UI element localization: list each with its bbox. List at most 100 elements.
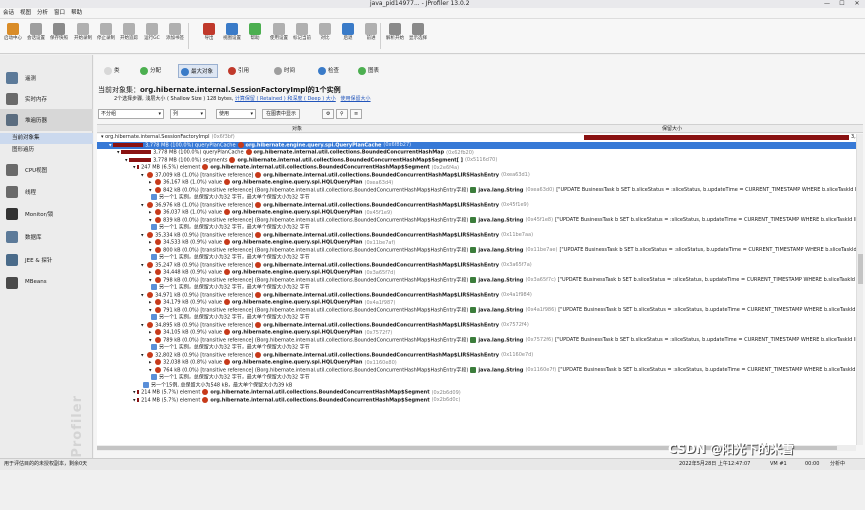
toolbar-button-12[interactable]: 标记当前 bbox=[291, 21, 313, 51]
use-retained-size-link[interactable]: 使用保留大小 bbox=[341, 96, 371, 102]
tree-row[interactable]: ▾ 789 kB (0.0%) [transitive reference] (… bbox=[97, 336, 856, 345]
tree-row[interactable]: ▾ 842 kB (0.0%) [transitive reference] (… bbox=[97, 186, 856, 195]
tree-row[interactable]: ▾ 791 kB (0.0%) [transitive reference] (… bbox=[97, 306, 856, 315]
tree-row[interactable]: ▾ 3,778 MB (100.0%) queryPlanCache org.hi… bbox=[97, 149, 856, 157]
tab-5[interactable]: 检查 bbox=[316, 64, 343, 78]
toolbar-button-6[interactable]: 运行GC bbox=[141, 21, 163, 51]
tree-row[interactable]: ▾ 798 kB (0.0%) [transitive reference] (… bbox=[97, 276, 856, 285]
tree-row[interactable]: ▸ 34,448 kB (0.9%) value org.hibernate.en… bbox=[97, 269, 856, 277]
grouping-combo[interactable]: 不分组 bbox=[98, 109, 164, 119]
expand-toggle-icon[interactable]: ▾ bbox=[149, 307, 153, 313]
expand-toggle-icon[interactable]: ▸ bbox=[149, 300, 153, 306]
filter-button[interactable]: ⚲ bbox=[336, 109, 348, 119]
tree-row[interactable]: 另一个1 实例，总保留大小为32 字节，最大单个保留大小为32 字节 bbox=[97, 194, 856, 202]
tab-3[interactable]: 引用 bbox=[226, 64, 253, 78]
tree-row[interactable]: 另一个1 实例，总保留大小为32 字节，最大单个保留大小为32 字节 bbox=[97, 224, 856, 232]
toolbar-button-7[interactable]: 添加书签 bbox=[164, 21, 186, 51]
tree-row[interactable]: ▸ 32,038 kB (0.8%) value org.hibernate.en… bbox=[97, 359, 856, 367]
tree-row[interactable]: ▾ 35,334 kB (0.9%) [transitive reference… bbox=[97, 231, 856, 240]
minimize-button[interactable]: — bbox=[820, 0, 834, 8]
tree-row[interactable]: ▾ 35,247 kB (0.9%) [transitive reference… bbox=[97, 261, 856, 270]
expand-toggle-icon[interactable]: ▸ bbox=[149, 180, 153, 186]
toolbar-button-8[interactable]: 导出 bbox=[198, 21, 220, 51]
expand-toggle-icon[interactable]: ▾ bbox=[149, 247, 153, 253]
sidebar-item-mbeans[interactable]: MBeans bbox=[0, 272, 93, 294]
tab-0[interactable]: 类 bbox=[102, 64, 124, 78]
retained-column-header[interactable]: 保留大小 bbox=[662, 125, 682, 133]
toolbar-button-4[interactable]: 停止录制 bbox=[95, 21, 117, 51]
tree-row[interactable]: ▾ 764 kB (0.0%) [transitive reference] (… bbox=[97, 366, 856, 375]
expand-toggle-icon[interactable]: ▾ bbox=[149, 217, 153, 223]
expand-toggle-icon[interactable]: ▾ bbox=[149, 277, 153, 283]
menu-item-2[interactable]: 分析 bbox=[34, 8, 51, 19]
tree-row[interactable]: ▸ 36,037 kB (1.0%) value org.hibernate.en… bbox=[97, 209, 856, 217]
toolbar-button-15[interactable]: 前进 bbox=[360, 21, 382, 51]
tree-row[interactable]: ▾ 3,778 MB (100.0%) segments org.hibernat… bbox=[97, 156, 856, 165]
more-button[interactable]: ≡ bbox=[350, 109, 363, 119]
close-button[interactable]: ✕ bbox=[850, 0, 864, 8]
toolbar-button-13[interactable]: 对比 bbox=[314, 21, 336, 51]
tree-row[interactable]: ▸ 36,167 kB (1.0%) value org.hibernate.en… bbox=[97, 179, 856, 187]
expand-toggle-icon[interactable]: ▸ bbox=[149, 240, 153, 246]
calculate-retained-link[interactable]: 计算保留 ( Retained ) 和深度 ( Deep ) 大小 bbox=[235, 96, 336, 102]
tree-row[interactable]: 另一个1 实例，总保留大小为32 字节，最大单个保留大小为32 字节 bbox=[97, 284, 856, 292]
expand-toggle-icon[interactable]: ▾ bbox=[141, 292, 145, 298]
sidebar-item-cpu-views[interactable]: CPU视图 bbox=[0, 159, 93, 181]
toolbar-button-2[interactable]: 保存快照 bbox=[48, 21, 70, 51]
expand-toggle-icon[interactable]: ▾ bbox=[149, 367, 153, 373]
toolbar-button-3[interactable]: 开始录制 bbox=[72, 21, 94, 51]
expand-toggle-icon[interactable]: ▾ bbox=[141, 172, 145, 178]
expand-toggle-icon[interactable]: ▾ bbox=[141, 202, 145, 208]
tree-row[interactable]: 另一个1 实例，总保留大小为32 字节，最大单个保留大小为32 字节 bbox=[97, 374, 856, 382]
toolbar-button-14[interactable]: 后退 bbox=[337, 21, 359, 51]
tree-row[interactable]: ▾ 839 kB (0.0%) [transitive reference] (… bbox=[97, 216, 856, 225]
tree-row[interactable]: ▾ 247 MB (6.5%) element org.hibernate.int… bbox=[97, 164, 856, 172]
show-in-graph-button[interactable]: 在图表中显示 bbox=[262, 109, 301, 119]
expand-toggle-icon[interactable]: ▸ bbox=[149, 270, 153, 276]
expand-toggle-icon[interactable]: ▾ bbox=[141, 352, 145, 358]
tree-row[interactable]: ▾ 3,778 MB (100.0%) queryPlanCache org.hi… bbox=[97, 141, 856, 149]
tree-row[interactable]: 另一个1 实例，总保留大小为32 字节，最大单个保留大小为32 字节 bbox=[97, 314, 856, 322]
usage-combo[interactable]: 使用 bbox=[216, 109, 256, 119]
settings-gear-button[interactable]: ⚙ bbox=[322, 109, 335, 119]
object-column-header[interactable]: 对象 bbox=[292, 125, 302, 133]
menu-item-0[interactable]: 会话 bbox=[0, 8, 17, 19]
tree-row[interactable]: ▾ 214 MB (5.7%) element org.hibernate.int… bbox=[97, 389, 856, 397]
sidebar-item-threads[interactable]: 线程 bbox=[0, 181, 93, 203]
tree-row[interactable]: ▾ 34,971 kB (0.9%) [transitive reference… bbox=[97, 291, 856, 300]
toolbar-button-11[interactable]: 使用设置 bbox=[268, 21, 290, 51]
vm-indicator[interactable]: VM #1 bbox=[770, 459, 787, 470]
expand-toggle-icon[interactable]: ▸ bbox=[149, 330, 153, 336]
expand-toggle-icon[interactable]: ▾ bbox=[141, 322, 145, 328]
tree-row[interactable]: ▾ 800 kB (0.0%) [transitive reference] (… bbox=[97, 246, 856, 255]
toolbar-button-9[interactable]: 视图设置 bbox=[221, 21, 243, 51]
tree-row[interactable]: ▾ 34,895 kB (0.9%) [transitive reference… bbox=[97, 321, 856, 330]
sidebar-item-telemetry[interactable]: 遥测 bbox=[0, 67, 93, 89]
tab-1[interactable]: 分配 bbox=[138, 64, 165, 78]
sidebar-item-jee-probes[interactable]: JEE & 探针 bbox=[0, 249, 93, 271]
sidebar-item-live-memory[interactable]: 实时内存 bbox=[0, 88, 93, 110]
column-combo[interactable]: 列 bbox=[170, 109, 206, 119]
menu-item-1[interactable]: 视图 bbox=[17, 8, 34, 19]
tree-row[interactable]: ▾ 36,976 kB (1.0%) [transitive reference… bbox=[97, 201, 856, 210]
tree-row[interactable]: ▾ 214 MB (5.7%) element org.hibernate.int… bbox=[97, 396, 856, 405]
toolbar-button-0[interactable]: 启动中心 bbox=[2, 21, 24, 51]
tab-4[interactable]: 时间 bbox=[272, 64, 299, 78]
expand-toggle-icon[interactable]: ▾ bbox=[149, 337, 153, 343]
tree-row[interactable]: ▾ 37,009 kB (1.0%) [transitive reference… bbox=[97, 171, 856, 180]
tree-row[interactable]: ▸ 34,105 kB (0.9%) value org.hibernate.en… bbox=[97, 329, 856, 337]
vertical-scroll-thumb[interactable] bbox=[858, 254, 863, 284]
maximize-button[interactable]: ☐ bbox=[835, 0, 849, 8]
sidebar-item-monitors-locks[interactable]: Monitor/锁 bbox=[0, 203, 93, 225]
expand-toggle-icon[interactable]: ▾ bbox=[141, 232, 145, 238]
toolbar-button-10[interactable]: 帮助 bbox=[244, 21, 266, 51]
tree-row[interactable]: ▸ 34,179 kB (0.9%) value org.hibernate.en… bbox=[97, 299, 856, 307]
tree-row[interactable]: 另一个1 实例，总保留大小为32 字节，最大单个保留大小为32 字节 bbox=[97, 344, 856, 352]
sidebar-item-databases[interactable]: 数据库 bbox=[0, 226, 93, 248]
tab-6[interactable]: 图表 bbox=[356, 64, 383, 78]
vertical-scrollbar[interactable] bbox=[856, 134, 863, 445]
menu-item-4[interactable]: 帮助 bbox=[68, 8, 85, 19]
toolbar-button-5[interactable]: 开始追踪 bbox=[118, 21, 140, 51]
tree-row[interactable]: ▸ 34,533 kB (0.9%) value org.hibernate.en… bbox=[97, 239, 856, 247]
tab-2[interactable]: 最大对象 bbox=[178, 64, 219, 78]
